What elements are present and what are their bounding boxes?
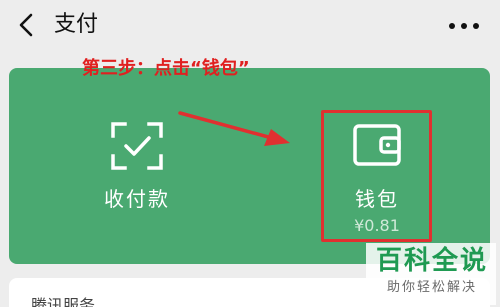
screen: 支付 收付款 钱包 ¥0.81 第三步：点击“钱包” 腾讯服务 百科全说 助你轻… [0, 0, 500, 307]
watermark-subtitle: 助你轻松解决 [386, 280, 477, 295]
chevron-left-icon [19, 13, 33, 37]
back-button[interactable] [12, 10, 42, 40]
wallet-tile[interactable]: 钱包 ¥0.81 [277, 68, 477, 264]
more-button[interactable] [446, 12, 482, 38]
scan-qr-icon [111, 122, 163, 170]
collect-pay-tile[interactable]: 收付款 [37, 68, 237, 264]
watermark-logo: 百科全说 助你轻松解决 [366, 243, 496, 305]
watermark-title: 百科全说 [375, 246, 488, 276]
step-annotation: 第三步：点击“钱包” [82, 58, 250, 79]
wallet-icon [353, 124, 401, 166]
page-title: 支付 [54, 12, 99, 37]
pay-card: 收付款 钱包 ¥0.81 [9, 68, 490, 264]
more-dots-icon [449, 23, 479, 29]
services-card-title: 腾讯服务 [31, 296, 96, 307]
collect-pay-label: 收付款 [104, 187, 170, 211]
wallet-label: 钱包 [355, 187, 399, 211]
top-nav-bar: 支付 [0, 0, 500, 52]
wallet-balance: ¥0.81 [354, 216, 400, 235]
